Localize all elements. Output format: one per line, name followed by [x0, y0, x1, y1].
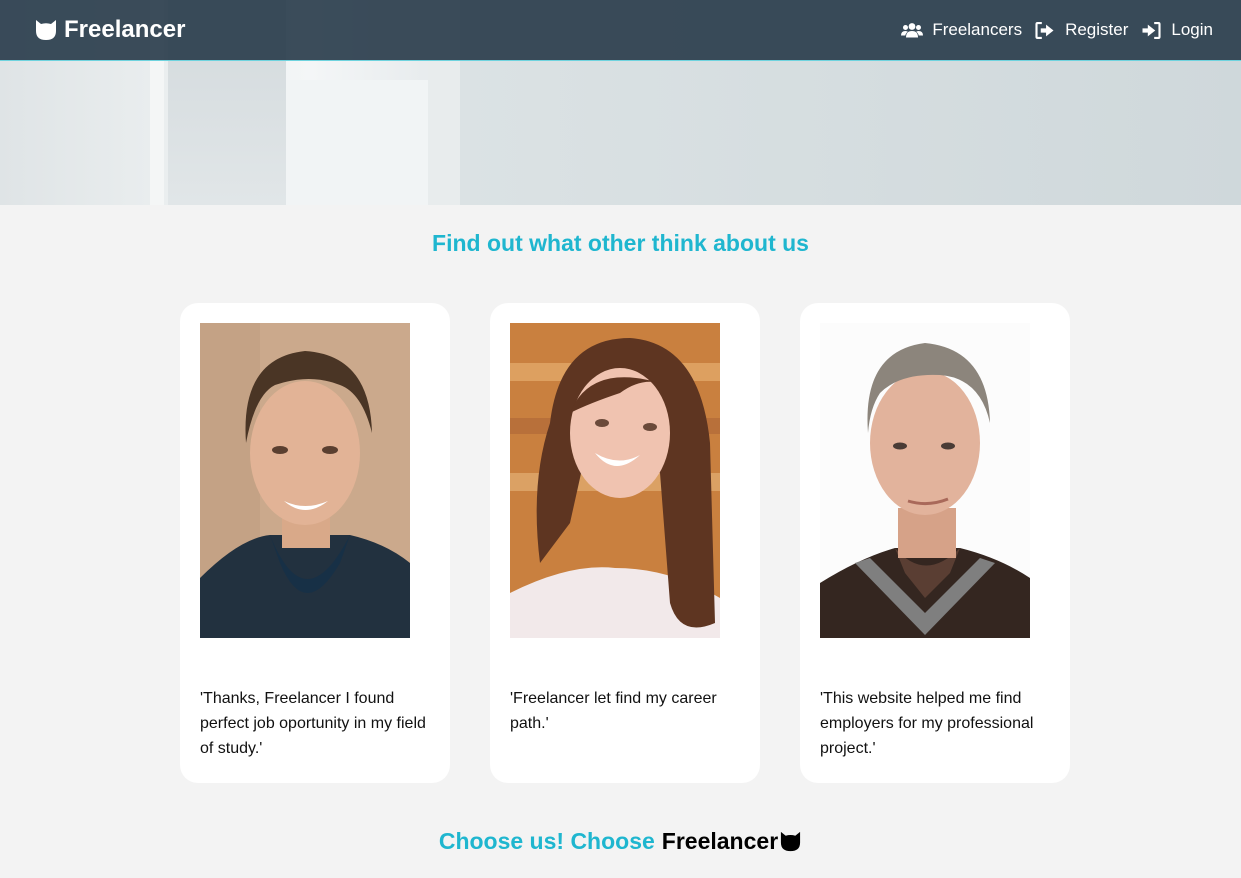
testimonial-photo-older-man [820, 323, 1030, 638]
users-icon [901, 22, 924, 37]
nav-freelancers-link[interactable]: Freelancers [901, 20, 1022, 40]
nav-login-link[interactable]: Login [1140, 20, 1213, 40]
nav-register-label: Register [1065, 20, 1129, 39]
brand-logo[interactable]: Freelancer [34, 16, 185, 44]
sign-out-icon [1035, 21, 1054, 39]
nav-login-label: Login [1171, 20, 1213, 39]
testimonial-card: 'This website helped me find employers f… [800, 303, 1070, 783]
nav-register-link[interactable]: Register [1034, 20, 1128, 40]
testimonial-photo-young-woman [510, 323, 720, 638]
testimonial-photo-young-man [200, 323, 410, 638]
nav-links: Freelancers Register Login [901, 20, 1213, 40]
testimonial-quote: 'Thanks, Freelancer I found perfect job … [200, 690, 426, 757]
brand-name: Freelancer [64, 16, 186, 43]
choose-us-heading: Choose us! Choose Freelancer [0, 828, 1241, 855]
cat-icon [36, 20, 56, 40]
testimonial-card: 'Thanks, Freelancer I found perfect job … [180, 303, 450, 783]
testimonial-quote: 'Freelancer let find my career path.' [510, 690, 717, 732]
testimonial-quote: 'This website helped me find employers f… [820, 690, 1034, 757]
testimonials-title: Find out what other think about us [432, 230, 809, 256]
choose-us-brand: Freelancer [661, 828, 779, 854]
choose-us-lead: Choose us! Choose [438, 828, 655, 854]
sign-in-icon [1142, 21, 1161, 39]
nav-freelancers-label: Freelancers [932, 20, 1023, 39]
navbar: Freelancer Freelancers Register Login [0, 0, 1241, 61]
cat-icon [781, 831, 801, 852]
testimonial-card: 'Freelancer let find my career path.' [490, 303, 760, 783]
